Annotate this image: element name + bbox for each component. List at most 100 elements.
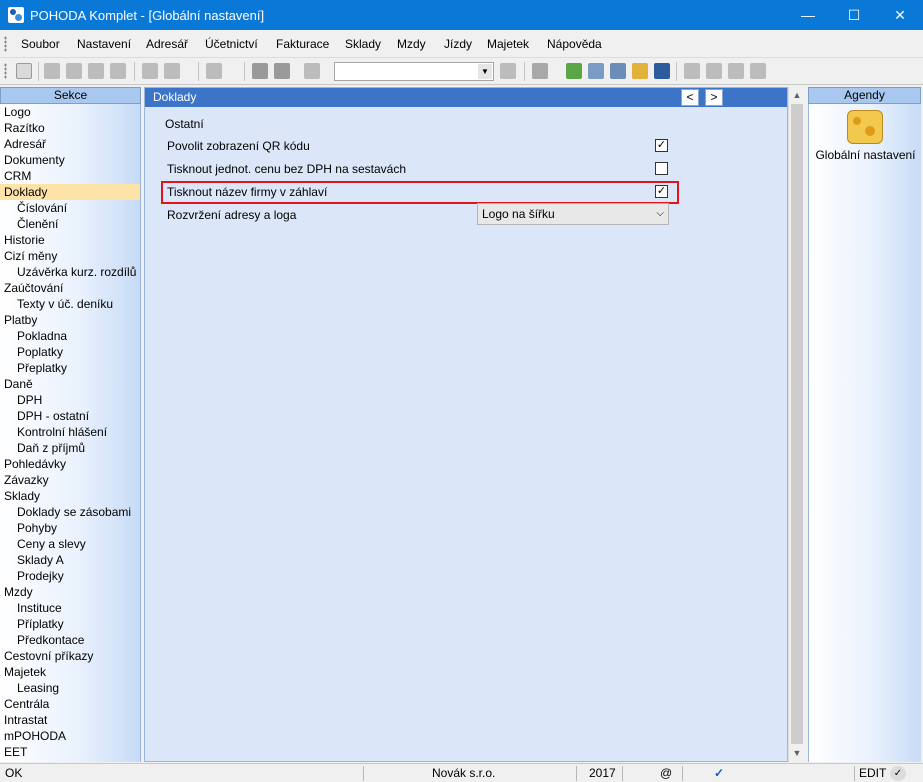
back-arrow-icon[interactable] (206, 63, 222, 79)
sidebar-item-pohyby[interactable]: Pohyby (0, 520, 140, 536)
menu-nastaveni[interactable]: Nastavení (77, 37, 131, 51)
agenda-header: Agendy (808, 87, 921, 104)
help-pointer-icon[interactable] (750, 63, 766, 79)
sidebar-item-predkontace[interactable]: Předkontace (0, 632, 140, 648)
accounting-year: 2017 (589, 766, 616, 780)
money-icon[interactable] (566, 63, 582, 79)
vertical-scrollbar[interactable]: ▲ ▼ (788, 87, 805, 762)
prev-section-button[interactable]: < (681, 89, 699, 106)
check-icon[interactable] (164, 63, 180, 79)
sidebar-item-platby[interactable]: Platby (0, 312, 140, 328)
sidebar-item-dan-z-prijmu[interactable]: Daň z příjmů (0, 440, 140, 456)
sidebar-item-cleneni[interactable]: Členění (0, 216, 140, 232)
sidebar-item-pokladna[interactable]: Pokladna (0, 328, 140, 344)
menu-ucetnictvi[interactable]: Účetnictví (205, 37, 258, 51)
scroll-up-icon[interactable]: ▲ (789, 87, 805, 104)
status-separator (576, 766, 577, 781)
exit-icon[interactable] (16, 63, 32, 79)
scroll-down-icon[interactable]: ▼ (789, 745, 805, 762)
sidebar-item-zavazky[interactable]: Závazky (0, 472, 140, 488)
sidebar-item-pohledavky[interactable]: Pohledávky (0, 456, 140, 472)
menu-mzdy[interactable]: Mzdy (397, 37, 426, 51)
save-icon[interactable] (252, 63, 268, 79)
sidebar-item-cizi-meny[interactable]: Cizí měny (0, 248, 140, 264)
sidebar-item-poplatky[interactable]: Poplatky (0, 344, 140, 360)
menu-majetek[interactable]: Majetek (487, 37, 529, 51)
list-icon[interactable] (706, 63, 722, 79)
sidebar-item-preplatky[interactable]: Přeplatky (0, 360, 140, 376)
agenda-item-label[interactable]: Globální nastavení (809, 148, 922, 162)
sidebar-item-mpohoda[interactable]: mPOHODA (0, 728, 140, 744)
sidebar-item-crm[interactable]: CRM (0, 168, 140, 184)
menu-sklady[interactable]: Sklady (345, 37, 381, 51)
menu-soubor[interactable]: Soubor (21, 37, 60, 51)
sidebar-item-razitko[interactable]: Razítko (0, 120, 140, 136)
print-icon[interactable] (110, 63, 126, 79)
sidebar-item-centrala[interactable]: Centrála (0, 696, 140, 712)
scroll-thumb[interactable] (791, 104, 803, 744)
sidebar-item-majetek[interactable]: Majetek (0, 664, 140, 680)
sidebar-item-eet[interactable]: EET (0, 744, 140, 760)
sidebar-item-leasing[interactable]: Leasing (0, 680, 140, 696)
calculator-icon[interactable] (588, 63, 604, 79)
notes-icon[interactable] (728, 63, 744, 79)
sidebar-item-historie[interactable]: Historie (0, 232, 140, 248)
settings-cheese-icon[interactable] (847, 110, 883, 144)
folder-icon[interactable] (532, 63, 548, 79)
sidebar-item-ceny-a-slevy[interactable]: Ceny a slevy (0, 536, 140, 552)
sidebar-item-doklady-se-zasobami[interactable]: Doklady se zásobami (0, 504, 140, 520)
sidebar-item-prodejky[interactable]: Prodejky (0, 568, 140, 584)
section-list[interactable]: Logo Razítko Adresář Dokumenty CRM Dokla… (0, 104, 141, 762)
sidebar-item-kontrolni-hlaseni[interactable]: Kontrolní hlášení (0, 424, 140, 440)
close-button[interactable]: ✕ (877, 0, 923, 30)
minimize-button[interactable]: — (785, 0, 831, 30)
calculator2-icon[interactable] (610, 63, 626, 79)
sidebar-item-dokumenty[interactable]: Dokumenty (0, 152, 140, 168)
status-separator (363, 766, 364, 781)
sidebar-item-cestovni-prikazy[interactable]: Cestovní příkazy (0, 648, 140, 664)
option-unit-price-checkbox[interactable] (655, 162, 668, 175)
maximize-button[interactable]: ☐ (831, 0, 877, 30)
sidebar-item-dane[interactable]: Daně (0, 376, 140, 392)
sidebar-item-priplatky[interactable]: Příplatky (0, 616, 140, 632)
copy-record-icon[interactable] (66, 63, 82, 79)
clipboard-icon[interactable] (304, 63, 320, 79)
option-unit-price-label: Tisknout jednot. cenu bez DPH na sestavá… (167, 162, 407, 176)
next-section-button[interactable]: > (705, 89, 723, 106)
sidebar-item-adresar[interactable]: Adresář (0, 136, 140, 152)
sidebar-item-sklady-a[interactable]: Sklady A (0, 552, 140, 568)
menu-napoveda[interactable]: Nápověda (547, 37, 602, 51)
sidebar-item-doklady[interactable]: Doklady (0, 184, 140, 200)
menu-fakturace[interactable]: Fakturace (276, 37, 329, 51)
layout-select[interactable]: Logo na šířku ⌵ (477, 203, 669, 225)
sidebar-item-dph-ostatni[interactable]: DPH - ostatní (0, 408, 140, 424)
chevron-down-icon: ⌵ (656, 208, 664, 219)
sidebar-item-mzdy[interactable]: Mzdy (0, 584, 140, 600)
filter-icon[interactable] (500, 63, 516, 79)
chevron-down-icon[interactable]: ▼ (478, 64, 492, 79)
option-company-name-label: Tisknout název firmy v záhlaví (167, 185, 328, 199)
sidebar-item-intrastat[interactable]: Intrastat (0, 712, 140, 728)
status-separator (854, 766, 855, 781)
sidebar-item-dph[interactable]: DPH (0, 392, 140, 408)
option-company-name-checkbox[interactable]: ✓ (655, 185, 668, 198)
preview-icon[interactable] (88, 63, 104, 79)
option-qr-checkbox[interactable]: ✓ (655, 139, 668, 152)
sidebar-item-cislovani[interactable]: Číslování (0, 200, 140, 216)
menu-jizdy[interactable]: Jízdy (444, 37, 472, 51)
save-all-icon[interactable] (274, 63, 290, 79)
sidebar-item-zauctovani[interactable]: Zaúčtování (0, 280, 140, 296)
new-record-icon[interactable] (44, 63, 60, 79)
toolbar-separator (524, 62, 525, 81)
menu-adresar[interactable]: Adresář (146, 37, 188, 51)
sidebar-item-sklady[interactable]: Sklady (0, 488, 140, 504)
iban-icon[interactable] (654, 63, 670, 79)
coins-icon[interactable] (632, 63, 648, 79)
sidebar-item-uzaverka[interactable]: Uzávěrka kurz. rozdílů (0, 264, 140, 280)
sidebar-item-texty[interactable]: Texty v úč. deníku (0, 296, 140, 312)
quick-filter-combo[interactable]: ▼ (334, 62, 494, 81)
message-icon[interactable] (684, 63, 700, 79)
sidebar-item-instituce[interactable]: Instituce (0, 600, 140, 616)
sidebar-item-logo[interactable]: Logo (0, 104, 140, 120)
help-icon[interactable] (142, 63, 158, 79)
